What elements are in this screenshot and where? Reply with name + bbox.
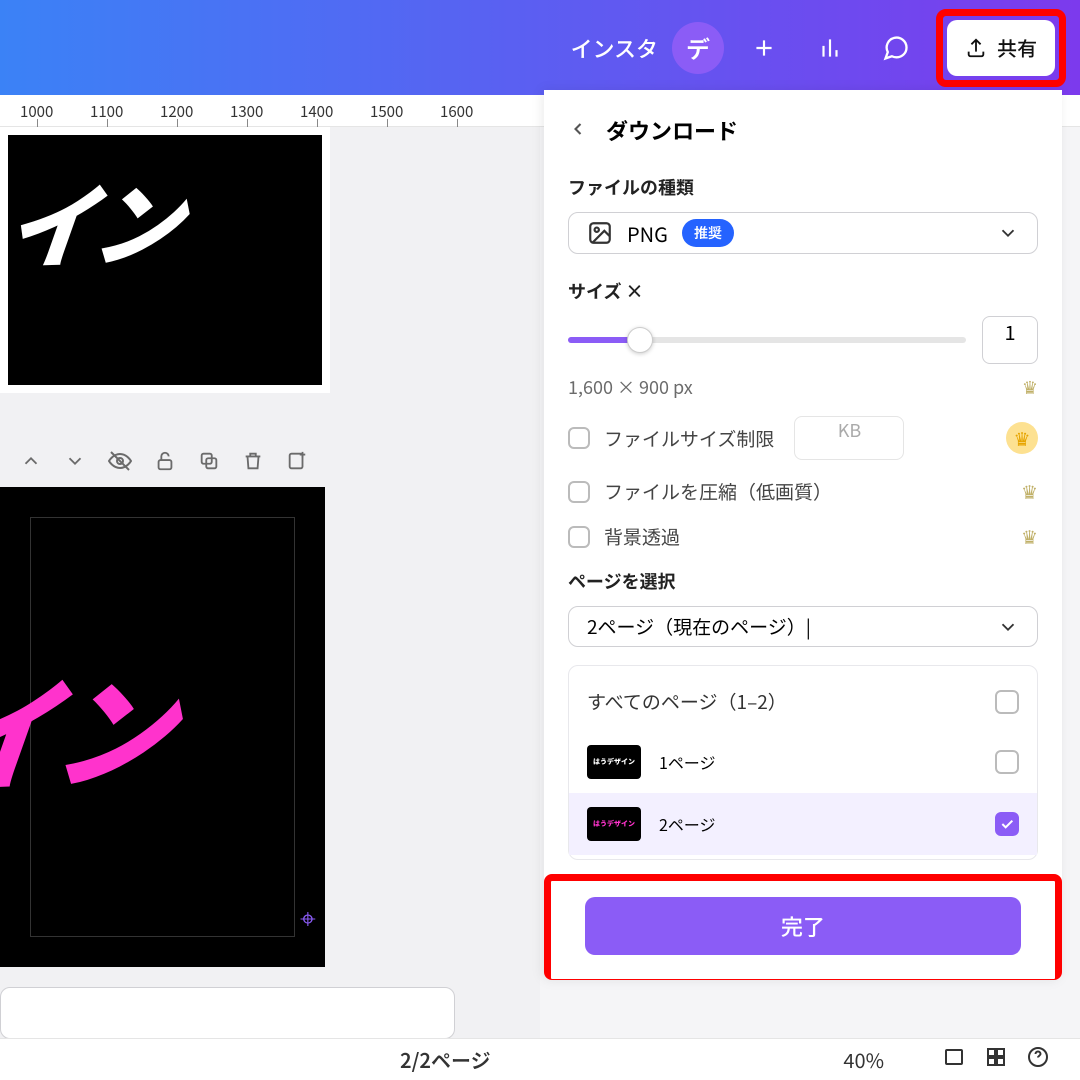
grid-icon: [984, 1045, 1008, 1069]
ruler-tick: 1500: [370, 101, 403, 122]
design-name[interactable]: インスタ: [570, 32, 658, 64]
filetype-value: PNG: [627, 219, 668, 248]
download-panel: ダウンロード ファイルの種類 PNG 推奨 サイズ × 1 1,600 × 90…: [544, 90, 1062, 980]
bar-chart-icon: [817, 35, 843, 61]
top-bar: インスタ デ 共有: [0, 0, 1080, 95]
upload-icon: [965, 37, 987, 59]
page-2-checkbox[interactable]: [995, 812, 1019, 836]
chevron-down-icon[interactable]: [64, 450, 86, 472]
page-list: すべてのページ（1–2） はうデザイン 1ページ はうデザイン 2ページ: [568, 665, 1038, 860]
all-pages-checkbox[interactable]: [995, 690, 1019, 714]
comment-button[interactable]: [870, 22, 922, 74]
lock-icon[interactable]: [154, 450, 176, 472]
filesize-limit-checkbox[interactable]: [568, 427, 590, 449]
all-pages-label: すべてのページ（1–2）: [587, 688, 787, 715]
share-highlight: 共有: [936, 9, 1066, 87]
share-label: 共有: [997, 33, 1037, 62]
page-1-text: イン: [8, 152, 185, 288]
plus-icon: [751, 35, 777, 61]
comment-icon: [882, 34, 910, 62]
page-indicator[interactable]: 2/2ページ: [400, 1045, 491, 1074]
share-button[interactable]: 共有: [947, 20, 1055, 76]
size-slider[interactable]: [568, 337, 966, 343]
filesize-limit-input[interactable]: KB: [794, 416, 904, 460]
add-button[interactable]: [738, 22, 790, 74]
page-2-label: 2ページ: [659, 812, 716, 836]
rectangle-icon: [942, 1045, 966, 1069]
bottom-bar: 2/2ページ 40%: [0, 1038, 1080, 1080]
zoom-level[interactable]: 40%: [843, 1045, 884, 1074]
ruler-tick: 1600: [440, 101, 473, 122]
page-select-value: 2ページ（現在のページ）|: [587, 613, 811, 640]
text-cursor-icon: ⌖: [300, 897, 316, 937]
page-select[interactable]: 2ページ（現在のページ）|: [568, 606, 1038, 647]
crown-icon: ♛: [1021, 523, 1038, 550]
view-grid-icon[interactable]: [984, 1045, 1008, 1075]
ruler-tick: 1200: [160, 101, 193, 122]
size-label: サイズ ×: [568, 278, 1038, 304]
recommended-badge: 推奨: [682, 219, 734, 247]
size-input[interactable]: 1: [982, 316, 1038, 364]
chevron-down-icon: [997, 222, 1019, 244]
page-1-label: 1ページ: [659, 750, 716, 774]
slider-thumb[interactable]: [627, 327, 653, 353]
page-1-thumbnail[interactable]: イン: [0, 127, 330, 393]
chevron-up-icon[interactable]: [20, 450, 42, 472]
page-select-label: ページを選択: [568, 568, 1038, 594]
eye-off-icon[interactable]: [108, 449, 132, 473]
check-icon: [999, 816, 1015, 832]
ruler-tick: 1400: [300, 101, 333, 122]
compress-checkbox[interactable]: [568, 481, 590, 503]
crown-icon: ♛: [1021, 478, 1038, 505]
crown-icon: ♛: [1006, 422, 1038, 454]
page-1-checkbox[interactable]: [995, 750, 1019, 774]
ruler-tick: 1100: [90, 101, 123, 122]
chevron-down-icon: [997, 616, 1019, 638]
filetype-select[interactable]: PNG 推奨: [568, 212, 1038, 254]
image-icon: [587, 220, 613, 246]
chevron-left-icon: [568, 119, 588, 139]
back-button[interactable]: [568, 114, 588, 146]
add-page-button[interactable]: [0, 987, 455, 1039]
analytics-button[interactable]: [804, 22, 856, 74]
page-list-item-1[interactable]: はうデザイン 1ページ: [587, 731, 1019, 793]
page-2-thumb: はうデザイン: [587, 807, 641, 841]
dimensions-text: 1,600 × 900 px: [568, 374, 693, 400]
page-1-thumb: はうデザイン: [587, 745, 641, 779]
page-list-item-2[interactable]: はうデザイン 2ページ: [569, 793, 1037, 855]
help-icon: [1026, 1045, 1050, 1069]
ruler-tick: 1300: [230, 101, 263, 122]
transparent-label: 背景透過: [604, 523, 680, 550]
done-highlight: 完了: [544, 874, 1062, 980]
canvas-area[interactable]: イン イン ⌖: [0, 127, 540, 1047]
transparent-checkbox[interactable]: [568, 526, 590, 548]
filetype-label: ファイルの種類: [568, 174, 1038, 200]
done-button[interactable]: 完了: [585, 897, 1021, 955]
avatar[interactable]: デ: [672, 22, 724, 74]
view-single-icon[interactable]: [942, 1045, 966, 1075]
panel-title: ダウンロード: [606, 114, 738, 146]
compress-label: ファイルを圧縮（低画質）: [604, 478, 832, 505]
help-button[interactable]: [1026, 1045, 1050, 1075]
crown-icon: ♛: [1022, 374, 1038, 400]
filesize-limit-label: ファイルサイズ制限: [604, 425, 774, 452]
trash-icon[interactable]: [242, 450, 264, 472]
page-toolbar: [0, 437, 328, 485]
avatar-letter: デ: [686, 30, 710, 65]
page-2-text[interactable]: イン: [0, 636, 178, 818]
add-page-icon[interactable]: [286, 450, 308, 472]
copy-icon[interactable]: [198, 450, 220, 472]
page-2-canvas[interactable]: イン: [0, 487, 325, 967]
ruler-tick: 1000: [20, 101, 53, 122]
